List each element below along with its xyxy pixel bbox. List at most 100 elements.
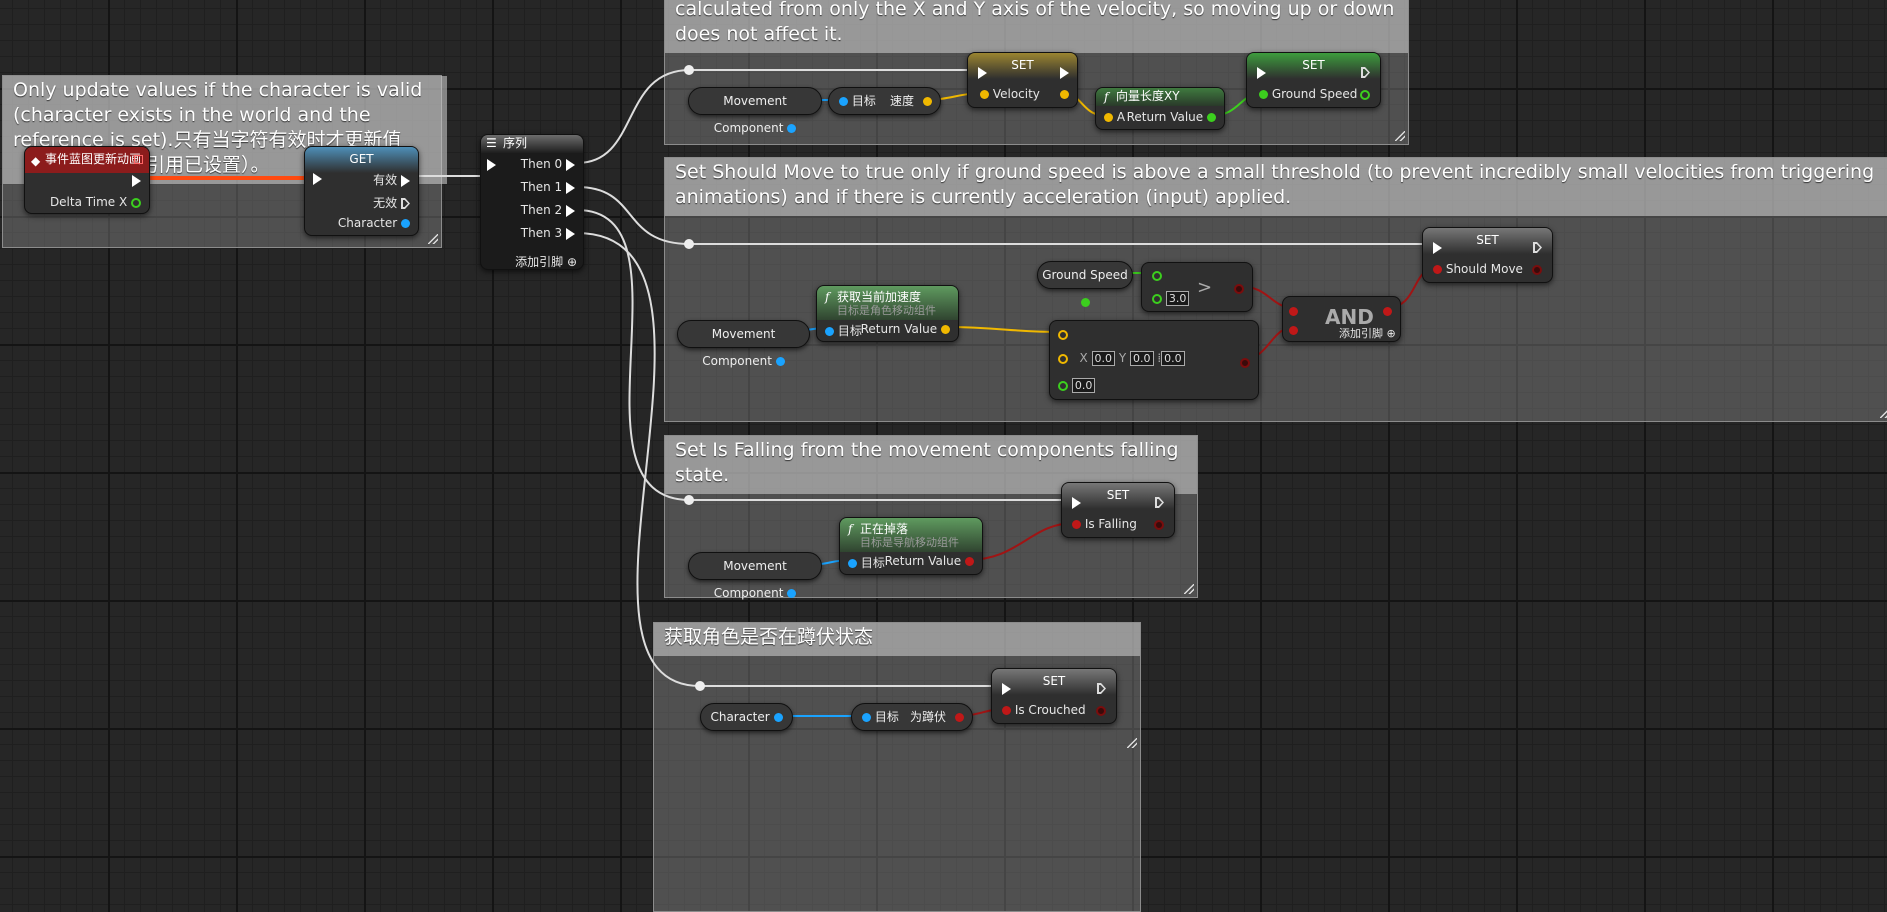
target-pin[interactable]: 目标	[848, 554, 885, 571]
set-should-move-node[interactable]: SET Should Move	[1422, 227, 1553, 283]
x-input[interactable]: 0.0	[1091, 351, 1116, 366]
exec-out-pin[interactable]	[132, 173, 141, 187]
is-falling-function-node[interactable]: f 正在掉落 目标是导航移动组件 目标 Return Value	[839, 517, 983, 575]
result-pin[interactable]	[1383, 304, 1392, 318]
b-pin[interactable]: 3.0	[1152, 291, 1190, 306]
exec-in-pin[interactable]	[313, 171, 322, 185]
target-pin[interactable]: 目标	[825, 322, 862, 339]
operator-label: >	[1197, 277, 1213, 298]
character-pin[interactable]: Character	[338, 216, 410, 230]
then-1-pin[interactable]: Then 1	[521, 180, 575, 194]
set-is-crouched-node[interactable]: SET Is Crouched	[991, 668, 1117, 724]
get-current-acceleration-node[interactable]: f 获取当前加速度 目标是角色移动组件 目标 Return Value	[816, 285, 959, 342]
a-pin[interactable]	[1152, 268, 1162, 282]
is-crouched-pin[interactable]: Is Crouched	[1002, 703, 1086, 717]
return-value-pin[interactable]: Return Value	[1127, 110, 1216, 124]
pin-label: 速度	[889, 94, 914, 108]
pin-label: 目标	[837, 324, 862, 338]
sequence-node[interactable]: ☰ 序列 Then 0 Then 1 Then 2 Then 3 添加引脚 ⊕	[480, 134, 584, 270]
exec-out-pin[interactable]	[1155, 495, 1164, 509]
exec-out-pin[interactable]	[1060, 65, 1069, 79]
not-equal-vector-node[interactable]: X 0.0 Y 0.0 ⁞ 0.0 0.0	[1049, 320, 1259, 400]
reroute-node[interactable]	[684, 239, 694, 249]
pin-label: 有效	[373, 173, 398, 187]
set-is-falling-node[interactable]: SET Is Falling	[1061, 482, 1175, 538]
exec-pin-icon	[132, 174, 141, 187]
is-valid-pin[interactable]: 有效	[373, 171, 410, 188]
delta-time-pin[interactable]: Delta Time X	[50, 195, 141, 209]
bool-pin-icon	[1240, 357, 1250, 368]
a-pin[interactable]: A	[1104, 110, 1125, 124]
get-character-validated-node[interactable]: GET 有效 无效 Character	[304, 146, 419, 236]
b-pin[interactable]: X 0.0 Y 0.0 ⁞ 0.0	[1058, 351, 1185, 366]
character-getter[interactable]: Character	[700, 703, 793, 731]
event-blueprint-update-animation-node[interactable]: ◆ 事件蓝图更新动画 Delta Time X	[24, 146, 150, 214]
reroute-node[interactable]	[695, 681, 705, 691]
exec-pin-icon	[1002, 682, 1011, 695]
vector-length-xy-node[interactable]: f 向量长度XY A Return Value	[1095, 87, 1225, 130]
ground-speed-out-pin[interactable]	[1360, 87, 1370, 101]
set-ground-speed-node[interactable]: SET Ground Speed	[1246, 52, 1381, 108]
pill-label: Ground Speed	[1042, 268, 1128, 282]
b-pin[interactable]	[1289, 323, 1298, 337]
movement-component-getter[interactable]: Movement Component	[677, 320, 810, 368]
tolerance-input[interactable]: 0.0	[1071, 378, 1096, 393]
y-label: Y	[1118, 351, 1127, 365]
ground-speed-pin[interactable]: Ground Speed	[1259, 87, 1357, 101]
exec-in-pin[interactable]	[1433, 240, 1442, 254]
is-falling-pin[interactable]: Is Falling	[1072, 517, 1137, 531]
value-input[interactable]: 3.0	[1165, 291, 1190, 306]
y-input[interactable]: 0.0	[1130, 351, 1154, 366]
velocity-pin[interactable]: Velocity	[980, 87, 1040, 101]
ground-speed-getter[interactable]: Ground Speed	[1037, 261, 1133, 307]
velocity-out-pin[interactable]	[1060, 87, 1069, 101]
movement-component-getter[interactable]: Movement Component	[688, 552, 822, 600]
return-value-pin[interactable]: Return Value	[885, 554, 974, 568]
vector-pin-icon	[980, 90, 989, 99]
pin-label: 为蹲伏	[909, 710, 946, 724]
pin-label: Return Value	[884, 554, 962, 568]
pin-label: Then 1	[520, 180, 563, 194]
exec-out-pin[interactable]	[1097, 681, 1106, 695]
should-move-pin[interactable]: Should Move	[1433, 262, 1523, 276]
set-velocity-node[interactable]: SET Velocity	[967, 52, 1078, 108]
is-falling-out-pin[interactable]	[1154, 517, 1164, 531]
is-crouched-out-pin[interactable]	[1096, 703, 1106, 717]
then-2-pin[interactable]: Then 2	[521, 203, 575, 217]
reroute-node[interactable]	[684, 495, 694, 505]
a-pin[interactable]	[1058, 327, 1068, 341]
is-not-valid-pin[interactable]: 无效	[373, 194, 410, 211]
exec-in-pin[interactable]	[978, 65, 987, 79]
exec-out-pin[interactable]	[1361, 65, 1370, 79]
node-title: 事件蓝图更新动画	[45, 152, 142, 166]
exec-out-pin[interactable]	[1533, 240, 1542, 254]
reroute-node[interactable]	[684, 65, 694, 75]
get-velocity-node[interactable]: 目标 速度	[828, 87, 941, 115]
exec-in-pin[interactable]	[487, 157, 496, 171]
should-move-out-pin[interactable]	[1532, 262, 1542, 276]
add-pin-button[interactable]: 添加引脚 ⊕	[1339, 325, 1396, 341]
bool-pin-icon	[1096, 705, 1106, 716]
a-pin[interactable]	[1289, 304, 1298, 318]
then-0-pin[interactable]: Then 0	[521, 157, 575, 171]
exec-in-pin[interactable]	[1072, 495, 1081, 509]
return-value-pin[interactable]: Return Value	[861, 322, 950, 336]
and-boolean-node[interactable]: AND 添加引脚 ⊕	[1282, 296, 1401, 342]
exec-in-pin[interactable]	[1002, 681, 1011, 695]
then-3-pin[interactable]: Then 3	[521, 226, 575, 240]
z-input[interactable]: 0.0	[1161, 351, 1185, 366]
greater-than-node[interactable]: 3.0 >	[1141, 262, 1253, 312]
exec-in-pin[interactable]	[1257, 65, 1266, 79]
pin-label: Then 0	[520, 157, 563, 171]
float-pin-icon	[131, 197, 141, 208]
pin-label: Return Value	[1126, 110, 1204, 124]
result-pin[interactable]	[1240, 355, 1250, 369]
function-icon: f	[848, 522, 853, 536]
add-pin-button[interactable]: 添加引脚 ⊕	[515, 253, 577, 270]
object-pin-icon	[862, 713, 871, 722]
is-crouched-getter-node[interactable]: 目标 为蹲伏	[851, 703, 973, 731]
result-pin[interactable]	[1234, 281, 1244, 295]
tolerance-pin[interactable]: 0.0	[1058, 378, 1096, 393]
movement-component-getter[interactable]: Movement Component	[688, 87, 822, 135]
exec-pin-icon	[313, 172, 322, 185]
